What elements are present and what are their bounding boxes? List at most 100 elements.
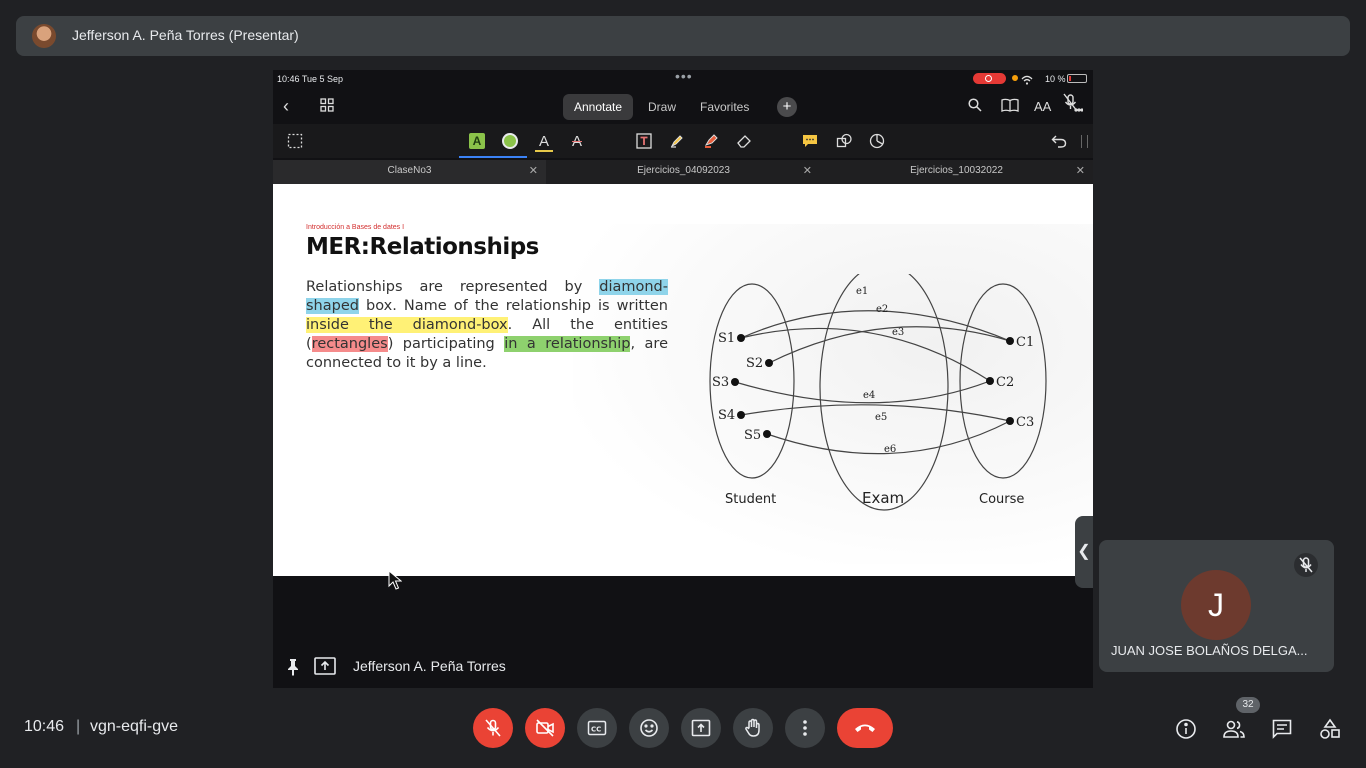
more-options-button[interactable] (785, 708, 825, 748)
tab-draw[interactable]: Draw (648, 100, 676, 114)
svg-text:CC: CC (591, 726, 601, 734)
highlighter-icon[interactable] (702, 132, 720, 150)
lasso-select-icon[interactable] (286, 132, 304, 150)
document-tabs: ClaseNo3 ✕ Ejercicios_04092023 ✕ Ejercicio… (273, 160, 1093, 184)
edge-e3 (768, 326, 1011, 364)
edge-e2 (740, 327, 991, 382)
tablet-status-time: 10:46 Tue 5 Sep (277, 74, 344, 84)
text-underline-icon[interactable]: A (535, 132, 553, 152)
recording-indicator (973, 73, 1006, 84)
grid-icon[interactable] (320, 98, 334, 112)
doc-tab-label: ClaseNo3 (387, 165, 432, 176)
label-course: Course (979, 492, 1024, 507)
doc-tab-ejercicios-0409[interactable]: Ejercicios_04092023 ✕ (547, 160, 820, 184)
slide-page: Introducción a Bases de dates I MER:Rela… (273, 184, 1093, 576)
label-s2: S2 (746, 356, 763, 371)
mic-muted-icon[interactable] (1061, 92, 1084, 119)
shapes-icon (1320, 718, 1340, 739)
meeting-clock: 10:46 (24, 718, 65, 735)
camera-toggle-button[interactable] (525, 708, 565, 748)
collapse-tiles-button[interactable]: ❮ (1075, 516, 1093, 588)
annotation-toolbar: A A A (273, 124, 1093, 158)
search-icon[interactable] (968, 98, 982, 117)
participants-count-badge: 32 (1236, 697, 1260, 713)
comment-icon[interactable] (801, 132, 819, 150)
body-text: box. Name of the relationship is written (358, 298, 668, 314)
orange-dot-icon (1012, 75, 1018, 81)
slide-title: MER:Relationships (306, 234, 539, 260)
captions-icon: CC (587, 720, 607, 736)
label-e1: e1 (856, 286, 868, 297)
close-icon[interactable]: ✕ (803, 160, 812, 182)
wifi-icon (1021, 72, 1033, 90)
reactions-button[interactable] (629, 708, 669, 748)
call-end-icon (855, 724, 875, 732)
label-c2: C2 (996, 375, 1014, 390)
shapes-icon[interactable] (835, 132, 853, 150)
color-circle-icon[interactable] (501, 132, 519, 150)
raise-hand-button[interactable] (733, 708, 773, 748)
captions-button[interactable]: CC (577, 708, 617, 748)
avatar: J (1181, 570, 1251, 640)
label-e5: e5 (875, 412, 887, 423)
pin-icon[interactable] (285, 658, 301, 681)
label-e4: e4 (863, 390, 875, 401)
pen-icon[interactable] (668, 132, 686, 150)
presenter-label: Jefferson A. Peña Torres (353, 658, 506, 674)
text-size-icon[interactable]: AA (1034, 99, 1051, 114)
add-tab-button[interactable]: + (777, 97, 797, 117)
participant-tile[interactable]: J JUAN JOSE BOLAÑOS DELGA... (1099, 540, 1334, 672)
edge-e1 (740, 310, 1011, 342)
mic-muted-icon (1294, 553, 1318, 577)
divider: | (76, 718, 81, 735)
undo-icon[interactable] (1050, 132, 1068, 150)
participant-name: JUAN JOSE BOLAÑOS DELGA... (1111, 643, 1308, 658)
meeting-details-button[interactable] (1175, 718, 1197, 740)
text-strikethrough-icon[interactable]: A (568, 132, 586, 150)
mic-toggle-button[interactable] (473, 708, 513, 748)
presenter-avatar (32, 24, 56, 48)
text-box-icon[interactable] (635, 132, 653, 150)
battery-percent: 10 % (1045, 74, 1066, 84)
label-e2: e2 (876, 304, 888, 315)
shared-screen: 10:46 Tue 5 Sep ••• 10 % ‹ Annotate Draw… (273, 68, 1093, 688)
label-s1: S1 (718, 331, 735, 346)
back-chevron-icon[interactable]: ‹ (283, 96, 289, 117)
present-to-all-icon (691, 719, 711, 737)
hand-icon (745, 718, 760, 737)
present-to-all-icon[interactable] (313, 656, 337, 681)
label-exam: Exam (862, 489, 904, 507)
record-icon (985, 75, 992, 82)
elements-icon[interactable] (868, 132, 886, 150)
label-student: Student (725, 492, 776, 507)
slide-course-label: Introducción a Bases de dates I (306, 224, 405, 231)
doc-tab-label: Ejercicios_10032022 (910, 165, 1003, 176)
leave-call-button[interactable] (837, 708, 893, 748)
doc-tab-ejercicios-1003[interactable]: Ejercicios_10032022 ✕ (820, 160, 1093, 184)
tab-annotate[interactable]: Annotate (574, 100, 622, 114)
chat-button[interactable] (1271, 718, 1293, 740)
doc-tab-label: Ejercicios_04092023 (637, 165, 730, 176)
text-highlight-tool-icon[interactable]: A (468, 132, 486, 150)
present-button[interactable] (681, 708, 721, 748)
people-button[interactable] (1222, 718, 1246, 740)
doc-tab-clase[interactable]: ClaseNo3 ✕ (273, 160, 546, 184)
body-text: ) participating (387, 336, 505, 352)
label-c1: C1 (1016, 335, 1034, 350)
book-icon[interactable] (1001, 98, 1019, 117)
label-s3: S3 (712, 375, 729, 390)
tab-favorites[interactable]: Favorites (700, 100, 749, 114)
presenter-bar[interactable]: Jefferson A. Peña Torres (Presentar) (16, 16, 1350, 56)
eraser-icon[interactable] (735, 132, 753, 150)
highlight-in-a-relationship: in a relationship (504, 336, 631, 352)
relationship-set-diagram: S1 S2 S3 S4 S5 C1 C2 C3 e1 e2 e3 e4 e5 e… (709, 274, 1047, 511)
toolbar-handle-icon[interactable] (1081, 135, 1088, 148)
close-icon[interactable]: ✕ (1076, 160, 1085, 182)
presenter-name: Jefferson A. Peña Torres (Presentar) (72, 27, 299, 43)
active-tool-indicator (459, 156, 527, 158)
close-icon[interactable]: ✕ (529, 160, 538, 182)
info-icon (1176, 719, 1196, 739)
slide-body-text: Relationships are represented by diamond… (306, 278, 668, 373)
highlight-inside-diamond-box: inside the diamond-box (306, 317, 508, 333)
activities-button[interactable] (1319, 718, 1341, 740)
